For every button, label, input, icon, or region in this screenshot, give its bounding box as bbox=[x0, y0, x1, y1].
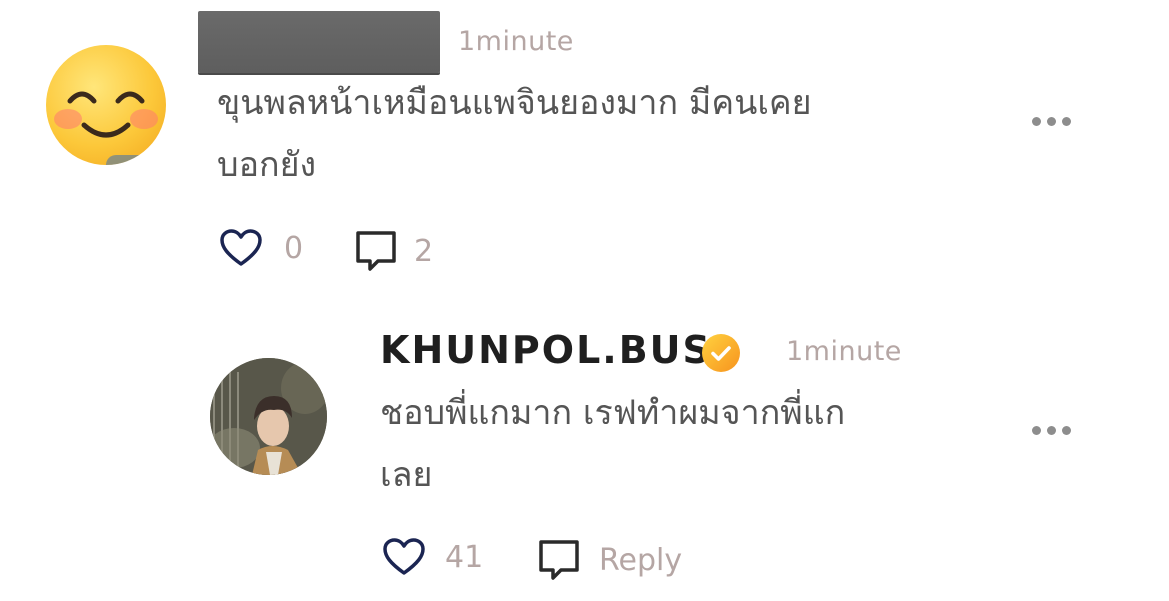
comment-thread: 1minute ขุนพลหน้าเหมือนแพจินยองมาก มีคนเ… bbox=[0, 0, 1169, 601]
like-count: 41 bbox=[445, 539, 484, 575]
reply-button[interactable]: Reply bbox=[537, 538, 682, 582]
comment-text-line: ขุนพลหน้าเหมือนแพจินยองมาก มีคนเคย bbox=[217, 83, 812, 123]
comment-text: ขุนพลหน้าเหมือนแพจินยองมาก มีคนเคย บอกยั… bbox=[217, 72, 897, 196]
more-horizontal-icon bbox=[1032, 116, 1041, 126]
comment-timestamp: 1minute bbox=[458, 26, 574, 57]
author-name[interactable]: KHUNPOL.BUS bbox=[380, 328, 712, 372]
avatar[interactable] bbox=[210, 358, 327, 475]
comment-text-line: บอกยัง bbox=[217, 145, 317, 185]
heart-outline-icon bbox=[220, 229, 262, 266]
more-horizontal-icon bbox=[1032, 425, 1041, 435]
redacted-username bbox=[198, 11, 440, 73]
comment-text-line: เลย bbox=[380, 455, 433, 495]
heart-outline-icon bbox=[383, 538, 425, 575]
comment-timestamp: 1minute bbox=[786, 336, 902, 367]
like-button[interactable]: 41 bbox=[382, 537, 483, 577]
more-options-button[interactable] bbox=[1032, 423, 1072, 437]
verified-check-icon bbox=[702, 334, 740, 372]
more-dot bbox=[1047, 425, 1056, 435]
replies-button[interactable]: 2 bbox=[354, 229, 433, 273]
reply-count: 2 bbox=[414, 233, 434, 269]
comment-text-line: ชอบพี่แกมาก เรฟทำผมจากพี่แก bbox=[380, 393, 846, 433]
comment-text: ชอบพี่แกมาก เรฟทำผมจากพี่แก เลย bbox=[380, 382, 1060, 506]
avatar[interactable] bbox=[46, 45, 166, 165]
like-count: 0 bbox=[284, 230, 304, 266]
speech-bubble-icon bbox=[539, 540, 579, 580]
profile-photo bbox=[210, 358, 327, 475]
more-dot bbox=[1062, 425, 1071, 435]
more-dot bbox=[1047, 116, 1056, 126]
smiling-face-emoji-icon bbox=[54, 91, 158, 138]
speech-bubble-icon bbox=[356, 231, 396, 271]
like-button[interactable]: 0 bbox=[219, 228, 303, 268]
reply-label: Reply bbox=[599, 542, 683, 578]
avatar-background bbox=[106, 155, 166, 165]
more-options-button[interactable] bbox=[1032, 114, 1072, 128]
more-dot bbox=[1062, 116, 1071, 126]
